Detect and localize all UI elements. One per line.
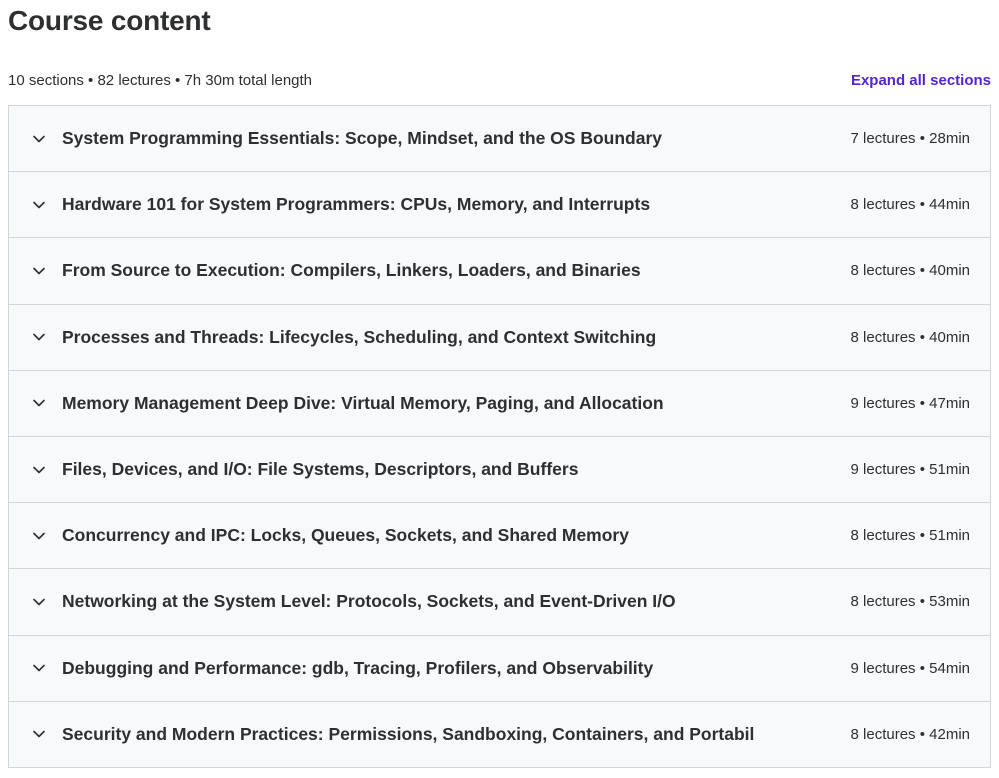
chevron-down-icon <box>31 660 47 676</box>
summary-row: 10 sections • 82 lectures • 7h 30m total… <box>8 68 991 92</box>
section-header[interactable]: Files, Devices, and I/O: File Systems, D… <box>9 436 990 504</box>
section-meta: 7 lectures • 28min <box>850 130 970 148</box>
chevron-down-icon <box>31 263 47 279</box>
section-meta: 8 lectures • 42min <box>850 725 970 743</box>
section-header[interactable]: System Programming Essentials: Scope, Mi… <box>9 106 990 173</box>
section-title: Hardware 101 for System Programmers: CPU… <box>62 194 651 215</box>
chevron-down-icon <box>31 395 47 411</box>
section-meta: 8 lectures • 53min <box>850 593 970 611</box>
page-title: Course content <box>8 5 211 36</box>
section-title: Networking at the System Level: Protocol… <box>62 591 676 612</box>
section-meta: 8 lectures • 51min <box>850 527 970 545</box>
section-header[interactable]: Debugging and Performance: gdb, Tracing,… <box>9 635 990 702</box>
course-content-panel: Course content 10 sections • 82 lectures… <box>0 0 999 778</box>
section-meta: 9 lectures • 54min <box>850 659 970 677</box>
section-title: Memory Management Deep Dive: Virtual Mem… <box>62 392 664 413</box>
section-header[interactable]: Memory Management Deep Dive: Virtual Mem… <box>9 370 990 437</box>
chevron-down-icon <box>31 726 47 742</box>
section-title: Debugging and Performance: gdb, Tracing,… <box>62 657 654 678</box>
chevron-down-icon <box>31 329 47 345</box>
section-title: System Programming Essentials: Scope, Mi… <box>62 128 662 149</box>
section-header[interactable]: Networking at the System Level: Protocol… <box>9 569 990 636</box>
section-title: Concurrency and IPC: Locks, Queues, Sock… <box>62 525 629 546</box>
chevron-down-icon <box>31 528 47 544</box>
chevron-down-icon <box>31 197 47 213</box>
section-title: From Source to Execution: Compilers, Lin… <box>62 260 641 281</box>
chevron-down-icon <box>31 462 47 478</box>
section-header[interactable]: Concurrency and IPC: Locks, Queues, Sock… <box>9 503 990 570</box>
section-header[interactable]: Security and Modern Practices: Permissio… <box>9 701 990 768</box>
course-summary: 10 sections • 82 lectures • 7h 30m total… <box>8 71 313 89</box>
expand-all-sections-button[interactable]: Expand all sections <box>851 72 991 89</box>
section-header[interactable]: Processes and Threads: Lifecycles, Sched… <box>9 304 990 371</box>
section-title: Processes and Threads: Lifecycles, Sched… <box>62 326 657 347</box>
section-meta: 8 lectures • 44min <box>850 196 970 214</box>
section-meta: 9 lectures • 51min <box>850 461 970 479</box>
section-title: Files, Devices, and I/O: File Systems, D… <box>62 459 579 480</box>
section-meta: 8 lectures • 40min <box>850 262 970 280</box>
section-title: Security and Modern Practices: Permissio… <box>62 723 755 744</box>
chevron-down-icon <box>31 594 47 610</box>
sections-list: System Programming Essentials: Scope, Mi… <box>8 105 991 768</box>
chevron-down-icon <box>31 131 47 147</box>
section-header[interactable]: Hardware 101 for System Programmers: CPU… <box>9 172 990 239</box>
section-header[interactable]: From Source to Execution: Compilers, Lin… <box>9 238 990 305</box>
section-meta: 8 lectures • 40min <box>850 328 970 346</box>
section-meta: 9 lectures • 47min <box>850 394 970 412</box>
